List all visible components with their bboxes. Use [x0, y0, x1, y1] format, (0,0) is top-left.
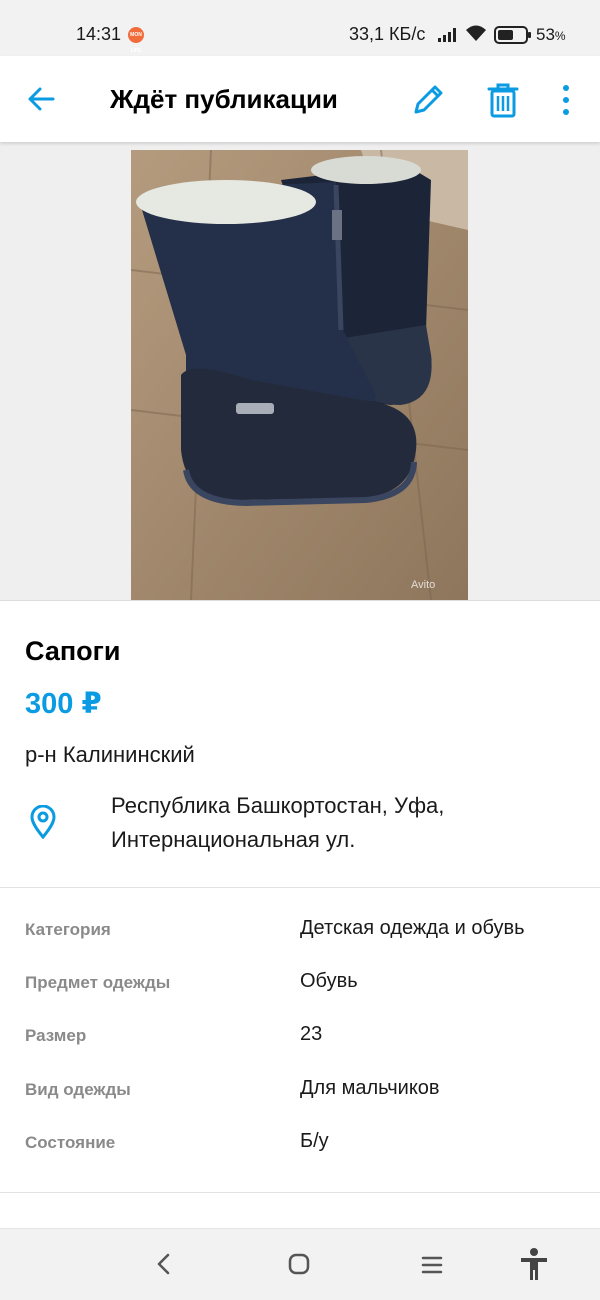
param-value: Для мальчиков: [300, 1077, 440, 1099]
param-row-size: Размер 23: [0, 1016, 600, 1056]
param-value: 23: [300, 1023, 323, 1045]
page-title: Ждёт публикации: [110, 84, 338, 114]
wifi-icon: [466, 25, 486, 41]
param-row-condition: Состояние Б/у: [0, 1123, 600, 1163]
battery-icon: [494, 26, 531, 44]
param-row-category: Категория Детская одежда и обувь: [0, 910, 600, 950]
param-value: Б/у: [300, 1130, 329, 1152]
address-line-2: Интернациональная ул.: [111, 827, 356, 852]
home-icon[interactable]: [287, 1252, 311, 1276]
divider: [0, 1192, 600, 1193]
network-speed: 33,1 КБ/с: [349, 24, 426, 44]
system-nav-bar: [0, 1228, 600, 1300]
status-bar: 14:31 MON LIFE 33,1 КБ/с 53%: [0, 0, 600, 56]
param-label: Предмет одежды: [25, 973, 171, 992]
location-pin-icon: [30, 805, 56, 839]
listing-price: 300 ₽: [25, 688, 102, 720]
signal-icon: [438, 28, 456, 42]
recents-icon[interactable]: [420, 1253, 444, 1277]
mon-life-icon: MON LIFE: [128, 27, 144, 54]
address-line-1: Республика Башкортостан, Уфа,: [111, 793, 445, 818]
listing-district: р-н Калининский: [25, 742, 195, 767]
param-label: Вид одежды: [25, 1080, 131, 1099]
photo-gallery[interactable]: Avito: [0, 142, 600, 601]
app-bar: Ждёт публикации: [0, 56, 600, 142]
accessibility-icon[interactable]: [519, 1247, 549, 1281]
param-label: Категория: [25, 920, 111, 939]
param-value: Детская одежда и обувь: [300, 917, 525, 939]
more-vertical-icon[interactable]: [556, 82, 576, 118]
back-chevron-icon[interactable]: [152, 1252, 176, 1276]
param-row-clothing-type: Вид одежды Для мальчиков: [0, 1070, 600, 1110]
param-row-clothing-item: Предмет одежды Обувь: [0, 963, 600, 1003]
back-arrow-icon[interactable]: [26, 84, 56, 114]
pencil-icon[interactable]: [410, 82, 446, 118]
status-time: 14:31: [76, 24, 122, 44]
avito-watermark: Avito: [411, 579, 435, 591]
param-value: Обувь: [300, 970, 358, 992]
param-label: Размер: [25, 1026, 87, 1045]
listing-title: Сапоги: [25, 636, 121, 666]
trash-icon[interactable]: [486, 82, 520, 118]
divider: [0, 887, 600, 888]
battery-level: 53%: [536, 25, 566, 44]
listing-photo[interactable]: Avito: [131, 150, 468, 600]
param-label: Состояние: [25, 1133, 116, 1152]
boot-photo: Avito: [131, 150, 468, 600]
